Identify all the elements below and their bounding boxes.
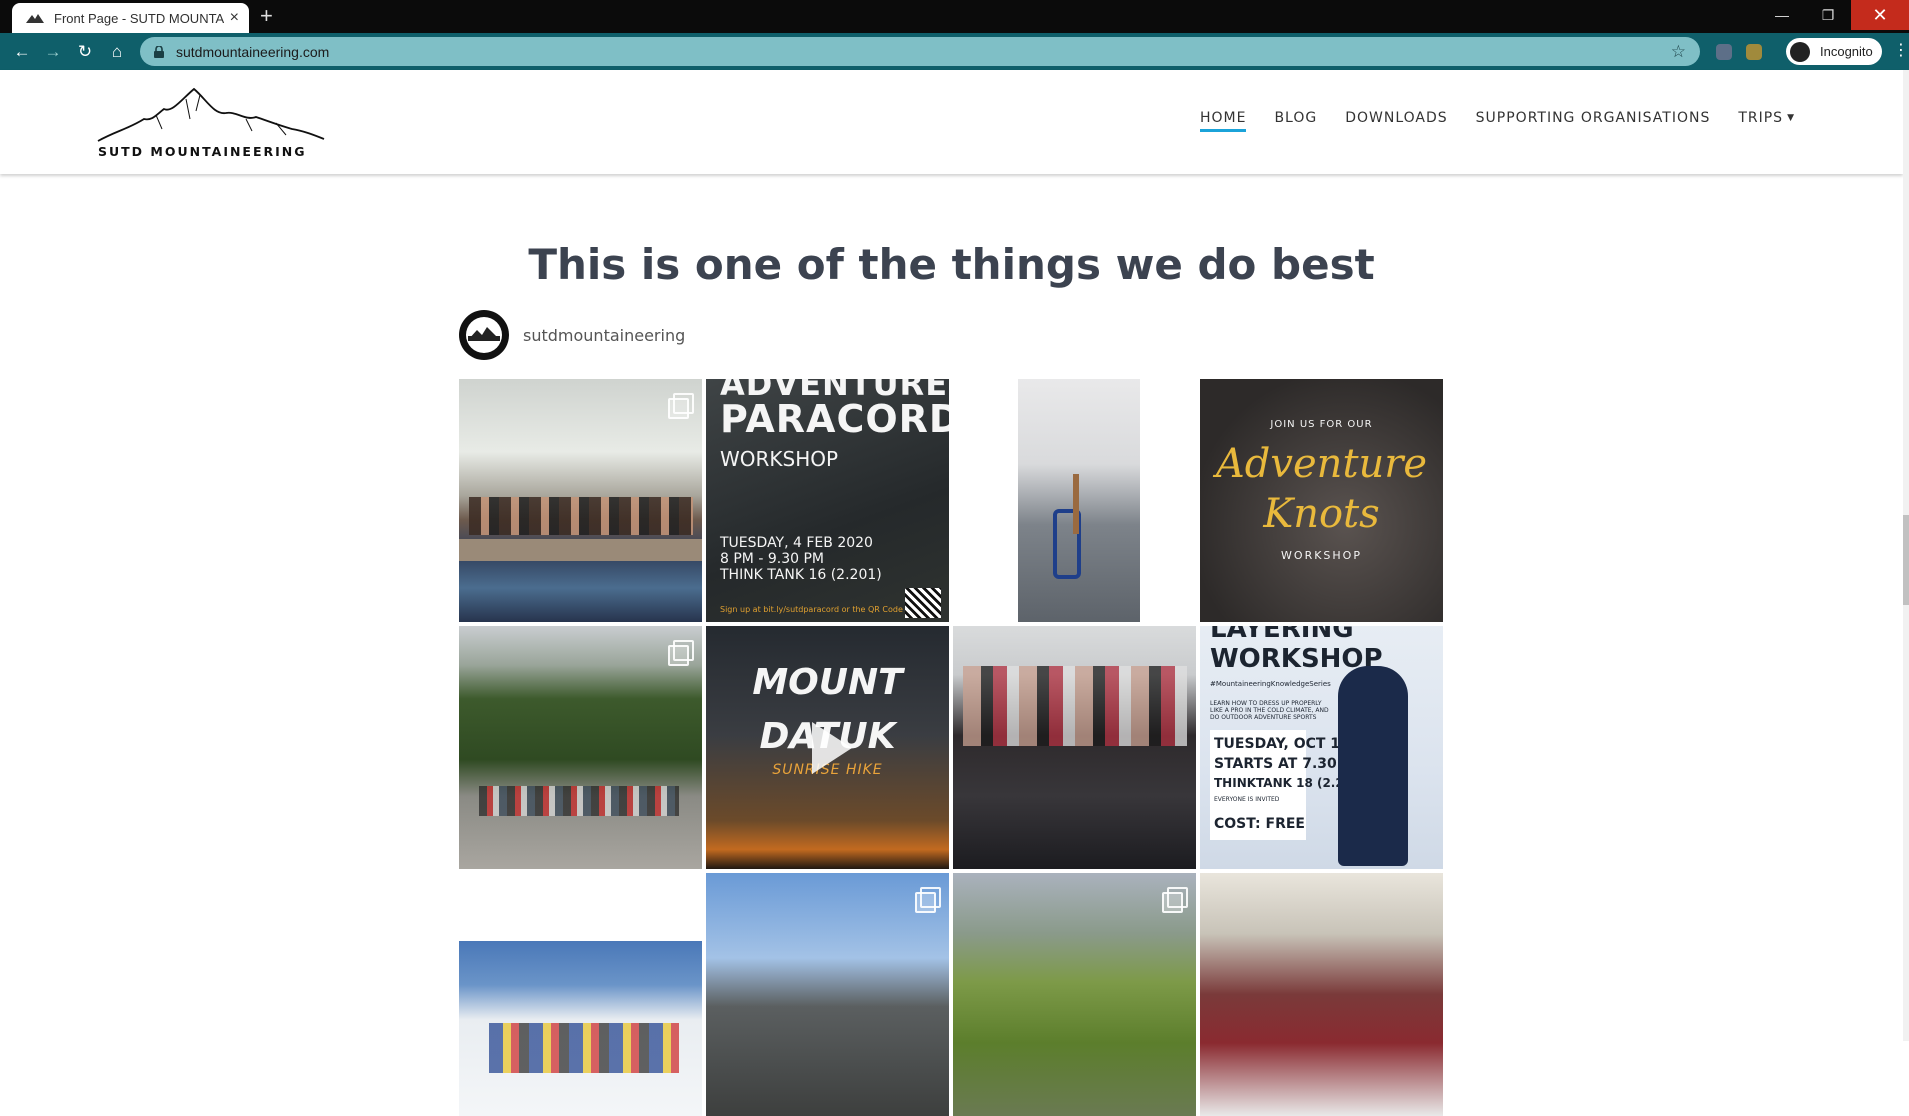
reload-icon[interactable]: ↻ — [75, 42, 95, 62]
post-airport-group[interactable] — [1200, 873, 1443, 1116]
layering-cost: COST: FREE — [1214, 816, 1305, 832]
new-tab-icon[interactable]: + — [260, 4, 273, 28]
paracord-date: TUESDAY, 4 FEB 2020 — [720, 535, 873, 551]
restore-icon[interactable]: ❐ — [1805, 0, 1851, 30]
home-icon[interactable]: ⌂ — [107, 42, 127, 62]
minimize-icon[interactable]: — — [1759, 0, 1805, 30]
layering-desc: LEARN HOW TO DRESS UP PROPERLY LIKE A PR… — [1210, 700, 1329, 721]
tab-title: Front Page - SUTD MOUNTAINEERING — [54, 10, 224, 26]
layering-tag: #MountaineeringKnowledgeSeries — [1210, 680, 1331, 688]
nav-downloads[interactable]: DOWNLOADS — [1345, 110, 1447, 132]
post-group-photo-classroom[interactable] — [459, 379, 702, 622]
paracord-time: 8 PM - 9.30 PM — [720, 551, 824, 567]
nav-trips[interactable]: TRIPS ▼ — [1738, 110, 1795, 132]
address-bar[interactable]: sutdmountaineering.com ☆ — [140, 37, 1700, 66]
browser-tab[interactable]: Front Page - SUTD MOUNTAINEERING × — [12, 3, 249, 33]
close-tab-icon[interactable]: × — [230, 10, 239, 26]
nav-home[interactable]: HOME — [1199, 110, 1247, 132]
post-adventure-knots[interactable]: JOIN US FOR OUR Adventure Knots WORKSHOP — [1200, 379, 1443, 622]
post-mountain-summit-group[interactable] — [459, 626, 702, 869]
url-text: sutdmountaineering.com — [176, 43, 330, 60]
paracord-place: THINK TANK 16 (2.201) — [720, 567, 882, 583]
incognito-label: Incognito — [1820, 44, 1873, 59]
carousel-icon — [1162, 887, 1188, 913]
section-headline: This is one of the things we do best — [528, 240, 1375, 289]
lock-icon — [154, 45, 164, 58]
post-layering-workshop[interactable]: LAYERING WORKSHOP #MountaineeringKnowled… — [1200, 626, 1443, 869]
layering-top: LAYERING — [1210, 626, 1354, 644]
forward-icon[interactable]: → — [43, 42, 63, 62]
instagram-feed: ADVENTURE PARACORD WORKSHOP TUESDAY, 4 F… — [459, 379, 1445, 1116]
post-snow-summit-group[interactable] — [459, 873, 702, 1116]
post-paracord-workshop[interactable]: ADVENTURE PARACORD WORKSHOP TUESDAY, 4 F… — [706, 379, 949, 622]
knots-title1: Adventure — [1215, 441, 1428, 487]
carousel-icon — [668, 640, 694, 666]
browser-titlebar: Front Page - SUTD MOUNTAINEERING × + — ❐… — [0, 0, 1909, 33]
paracord-signup: Sign up at bit.ly/sutdparacord or the QR… — [720, 605, 903, 614]
main-nav: HOME BLOG DOWNLOADS SUPPORTING ORGANISAT… — [1199, 110, 1795, 132]
qr-code-icon — [905, 588, 941, 618]
post-group-with-jackets[interactable] — [953, 626, 1196, 869]
browser-menu-icon[interactable]: ⋮ — [1893, 41, 1909, 61]
browser-toolbar: ← → ↻ ⌂ sutdmountaineering.com ☆ Incogni… — [0, 33, 1909, 70]
knots-post: WORKSHOP — [1281, 549, 1362, 562]
extension-globe-icon[interactable] — [1746, 44, 1762, 60]
extension-shield-icon[interactable] — [1716, 44, 1732, 60]
post-climbing-gear[interactable] — [953, 379, 1196, 622]
site-header: SUTD MOUNTAINEERING HOME BLOG DOWNLOADS … — [0, 70, 1903, 174]
carousel-icon — [668, 887, 694, 913]
back-icon[interactable]: ← — [12, 42, 32, 62]
knots-title2: Knots — [1263, 491, 1380, 537]
mountain-favicon-icon — [26, 14, 44, 23]
incognito-badge[interactable]: Incognito — [1786, 38, 1882, 65]
datuk-line1: MOUNT — [752, 662, 903, 703]
incognito-icon — [1790, 41, 1810, 62]
close-window-icon[interactable]: ✕ — [1851, 0, 1909, 30]
post-rocky-peak-group[interactable] — [706, 873, 949, 1116]
layering-everyone: EVERYONE IS INVITED — [1214, 796, 1280, 803]
paracord-title: PARACORD — [720, 397, 949, 441]
logo-text: SUTD MOUNTAINEERING — [98, 144, 307, 159]
caret-down-icon: ▼ — [1787, 113, 1795, 123]
avatar[interactable] — [459, 310, 509, 360]
nav-supporting-organisations[interactable]: SUPPORTING ORGANISATIONS — [1476, 110, 1711, 132]
avatar-mountain-icon — [466, 317, 502, 353]
paracord-subtitle: WORKSHOP — [720, 447, 839, 471]
window-controls: — ❐ ✕ — [1759, 0, 1909, 30]
play-icon[interactable] — [811, 721, 852, 774]
post-mount-datuk-video[interactable]: MOUNT DATUK SUNRISE HIKE — [706, 626, 949, 869]
instagram-profile[interactable]: sutdmountaineering — [459, 310, 685, 360]
bookmark-star-icon[interactable]: ☆ — [1671, 42, 1686, 62]
post-grassy-hill-group[interactable] — [953, 873, 1196, 1116]
nav-blog[interactable]: BLOG — [1274, 110, 1317, 132]
carousel-icon — [915, 887, 941, 913]
nav-trips-label: TRIPS — [1738, 110, 1784, 126]
knots-pre: JOIN US FOR OUR — [1270, 419, 1373, 430]
scrollbar-thumb[interactable] — [1903, 515, 1909, 605]
carousel-icon — [668, 393, 694, 419]
instagram-handle[interactable]: sutdmountaineering — [523, 326, 685, 345]
